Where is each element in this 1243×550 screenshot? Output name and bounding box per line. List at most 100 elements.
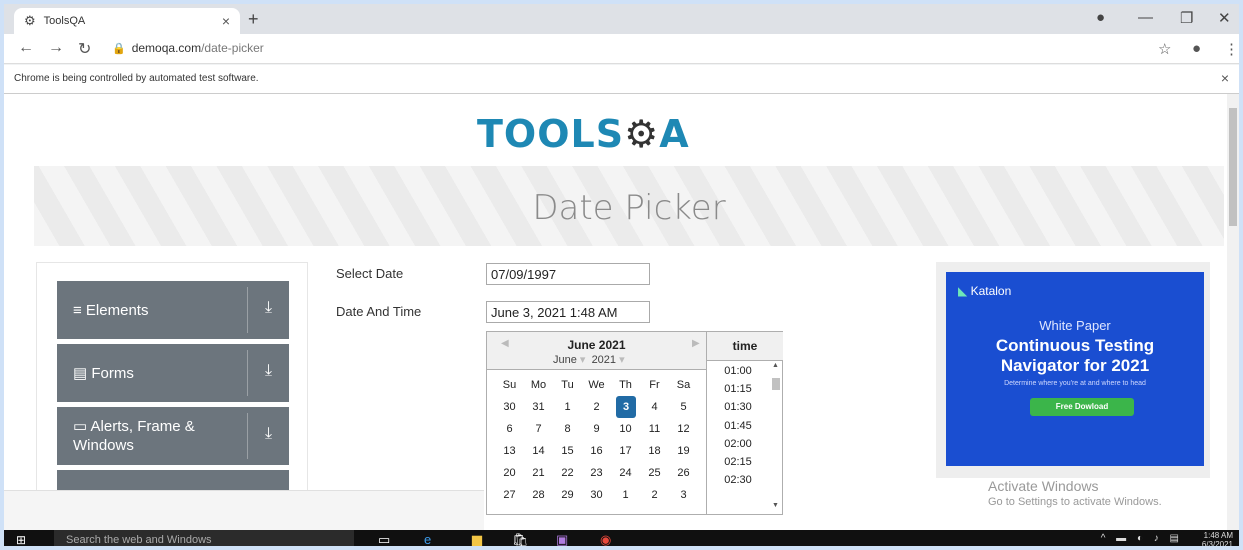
- infobar-close-icon[interactable]: ×: [1221, 70, 1229, 86]
- day-cell[interactable]: 29: [553, 484, 582, 506]
- week-row: 13 14 15 16 17 18 19: [495, 440, 705, 462]
- day-cell[interactable]: 2: [582, 396, 611, 418]
- day-cell[interactable]: 24: [611, 462, 640, 484]
- sidebar-group-forms[interactable]: ▤ Forms ⤓: [57, 344, 289, 402]
- day-cell[interactable]: 14: [524, 440, 553, 462]
- day-cell[interactable]: 15: [553, 440, 582, 462]
- select-date-input[interactable]: [486, 263, 650, 285]
- time-option[interactable]: 02:15: [707, 453, 769, 471]
- day-cell[interactable]: 10: [611, 418, 640, 440]
- menu-kebab-icon[interactable]: ⋮: [1224, 40, 1239, 58]
- day-cell[interactable]: 21: [524, 462, 553, 484]
- day-cell[interactable]: 22: [553, 462, 582, 484]
- day-cell[interactable]: 1: [553, 396, 582, 418]
- day-cell[interactable]: 31: [524, 396, 553, 418]
- day-cell[interactable]: 30: [495, 396, 524, 418]
- time-scrollbar[interactable]: ▲ ▼: [771, 362, 781, 512]
- day-cell[interactable]: 17: [611, 440, 640, 462]
- month-title: June 2021: [567, 338, 626, 352]
- store-icon[interactable]: 🛍: [512, 532, 529, 546]
- day-cell[interactable]: 7: [524, 418, 553, 440]
- task-view-icon[interactable]: ▭: [378, 532, 390, 546]
- time-option[interactable]: 01:30: [707, 398, 769, 416]
- day-cell[interactable]: 28: [524, 484, 553, 506]
- lock-icon: 🔒: [112, 43, 126, 55]
- new-tab-button[interactable]: +: [248, 9, 259, 30]
- download-arrow-icon[interactable]: ⤓: [265, 425, 272, 443]
- scroll-down-icon[interactable]: ▼: [772, 502, 779, 509]
- day-cell[interactable]: 3: [616, 396, 636, 418]
- day-cell[interactable]: 2: [640, 484, 669, 506]
- download-arrow-icon[interactable]: ⤓: [265, 299, 272, 317]
- year-select[interactable]: 2021: [592, 354, 616, 366]
- day-cell[interactable]: 11: [640, 418, 669, 440]
- day-cell[interactable]: 8: [553, 418, 582, 440]
- day-cell[interactable]: 13: [495, 440, 524, 462]
- toolsqa-favicon-icon: ⚙: [24, 13, 36, 28]
- app-icon[interactable]: ▣: [556, 532, 568, 546]
- reload-icon[interactable]: ↻: [78, 39, 91, 59]
- scroll-thumb[interactable]: [772, 378, 780, 390]
- day-cell[interactable]: 26: [669, 462, 698, 484]
- time-option[interactable]: 01:45: [707, 417, 769, 435]
- time-option[interactable]: 01:00: [707, 362, 769, 380]
- time-option[interactable]: 02:00: [707, 435, 769, 453]
- day-cell[interactable]: 25: [640, 462, 669, 484]
- back-arrow-icon[interactable]: ←: [18, 39, 34, 57]
- ad-download-button[interactable]: Free Dowload: [1030, 398, 1134, 416]
- window-close-icon[interactable]: ✕: [1218, 9, 1231, 27]
- profile-dot-icon[interactable]: ●: [1096, 9, 1105, 26]
- time-option[interactable]: 02:30: [707, 471, 769, 489]
- day-cell[interactable]: 5: [669, 396, 698, 418]
- datepicker-popup: ◀ June 2021 June ▾ 2021 ▾ ▶ Su Mo Tu We Th Fr…: [486, 331, 783, 515]
- page-scrollbar[interactable]: [1227, 94, 1239, 530]
- next-month-icon[interactable]: ▶: [692, 338, 700, 349]
- day-cell[interactable]: 16: [582, 440, 611, 462]
- edge-icon[interactable]: e: [424, 532, 431, 546]
- time-option[interactable]: 01:15: [707, 380, 769, 398]
- day-cell[interactable]: 12: [669, 418, 698, 440]
- chrome-icon[interactable]: ◉: [600, 532, 611, 546]
- download-arrow-icon[interactable]: ⤓: [265, 362, 272, 380]
- scroll-up-icon[interactable]: ▲: [772, 362, 779, 369]
- forward-arrow-icon[interactable]: →: [48, 39, 64, 57]
- tab-close-icon[interactable]: ×: [222, 13, 230, 29]
- ad-card: ◣ Katalon White Paper Continuous Testing…: [946, 272, 1204, 466]
- minimize-icon[interactable]: —: [1138, 9, 1153, 26]
- sidebar-group-label: ▭ Alerts, Frame & Windows: [73, 417, 243, 455]
- account-icon[interactable]: ●: [1192, 40, 1201, 57]
- week-row: 30 31 1 2 3 4 5: [495, 396, 705, 418]
- day-cell[interactable]: 3: [669, 484, 698, 506]
- date-time-input[interactable]: [486, 301, 650, 323]
- toolsqa-logo[interactable]: TOOLS⚙A: [477, 112, 690, 156]
- day-cell[interactable]: 4: [640, 396, 669, 418]
- tab-strip: ⚙ ToolsQA × + ● — ❐ ✕: [4, 4, 1239, 34]
- day-cell[interactable]: 23: [582, 462, 611, 484]
- day-cell[interactable]: 9: [582, 418, 611, 440]
- katalon-ad[interactable]: ◣ Katalon White Paper Continuous Testing…: [936, 262, 1210, 478]
- taskbar-search-input[interactable]: Search the web and Windows: [54, 530, 354, 546]
- day-cell[interactable]: 30: [582, 484, 611, 506]
- day-cell[interactable]: 20: [495, 462, 524, 484]
- sidebar-group-alerts[interactable]: ▭ Alerts, Frame & Windows ⤓: [57, 407, 289, 465]
- url-field[interactable]: 🔒 demoqa.com/date-picker: [112, 41, 264, 55]
- day-cell[interactable]: 18: [640, 440, 669, 462]
- restore-icon[interactable]: ❐: [1180, 9, 1193, 27]
- file-explorer-icon[interactable]: ▆: [472, 532, 482, 546]
- sidebar-group-elements[interactable]: ≡ Elements ⤓: [57, 281, 289, 339]
- day-cell[interactable]: 6: [495, 418, 524, 440]
- taskbar-clock[interactable]: 1:48 AM 6/3/2021: [1202, 531, 1233, 546]
- windows-start-icon[interactable]: ⊞: [16, 533, 26, 546]
- day-cell[interactable]: 19: [669, 440, 698, 462]
- day-cell[interactable]: 27: [495, 484, 524, 506]
- system-tray-icons[interactable]: ^ ▬ ◐ ♪ ▤: [1101, 533, 1183, 544]
- browser-tab[interactable]: ⚙ ToolsQA ×: [14, 8, 240, 34]
- bookmark-star-icon[interactable]: ☆: [1158, 40, 1171, 58]
- weekday-label: Su: [502, 379, 517, 391]
- watermark-line1: Activate Windows: [988, 478, 1099, 494]
- month-select-arrow-icon[interactable]: ▾: [577, 354, 589, 366]
- year-select-arrow-icon[interactable]: ▾: [616, 354, 625, 366]
- page-scroll-thumb[interactable]: [1229, 108, 1237, 226]
- day-cell[interactable]: 1: [611, 484, 640, 506]
- month-select[interactable]: June: [553, 354, 577, 366]
